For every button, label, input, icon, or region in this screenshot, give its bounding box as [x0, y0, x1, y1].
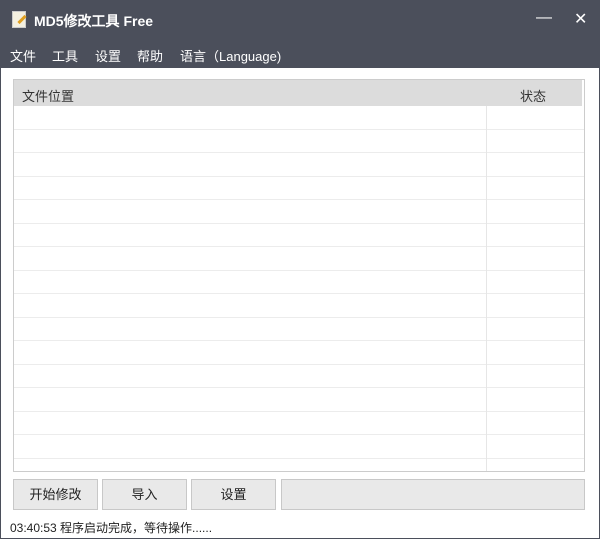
menu-tools[interactable]: 工具: [52, 46, 78, 65]
menu-file[interactable]: 文件: [10, 46, 36, 65]
table-row[interactable]: [14, 200, 584, 224]
column-status[interactable]: 状态: [520, 86, 546, 105]
menu-help[interactable]: 帮助: [137, 46, 163, 65]
table-row[interactable]: [14, 271, 584, 294]
menu-settings[interactable]: 设置: [95, 46, 121, 65]
start-modify-button[interactable]: 开始修改: [13, 479, 98, 510]
status-text: 03:40:53 程序启动完成，等待操作......: [10, 521, 213, 535]
app-icon: [12, 11, 26, 28]
table-row[interactable]: [14, 130, 584, 153]
table-header: 文件位置 状态: [14, 80, 582, 106]
table-row[interactable]: [14, 294, 584, 318]
file-table[interactable]: 文件位置 状态: [13, 79, 585, 472]
table-row[interactable]: [14, 224, 584, 247]
import-button[interactable]: 导入: [102, 479, 187, 510]
table-row[interactable]: [14, 153, 584, 177]
minimize-button[interactable]: —: [536, 9, 552, 27]
table-row[interactable]: [14, 435, 584, 459]
table-row[interactable]: [14, 247, 584, 271]
menu-bar: 文件 工具 设置 帮助 语言（Language): [1, 38, 600, 68]
column-file-location[interactable]: 文件位置: [22, 86, 74, 105]
progress-bar: [281, 479, 585, 510]
close-button[interactable]: ✕: [574, 9, 587, 29]
table-body: [14, 106, 584, 459]
title-bar: MD5修改工具 Free — ✕: [1, 1, 600, 38]
table-row[interactable]: [14, 177, 584, 200]
table-row[interactable]: [14, 106, 584, 130]
window-title: MD5修改工具 Free: [34, 13, 154, 29]
table-row[interactable]: [14, 318, 584, 341]
table-row[interactable]: [14, 365, 584, 388]
settings-button[interactable]: 设置: [191, 479, 276, 510]
table-row[interactable]: [14, 412, 584, 435]
table-row[interactable]: [14, 388, 584, 412]
menu-language[interactable]: 语言（Language): [180, 46, 281, 65]
column-divider: [486, 106, 487, 471]
table-row[interactable]: [14, 341, 584, 365]
